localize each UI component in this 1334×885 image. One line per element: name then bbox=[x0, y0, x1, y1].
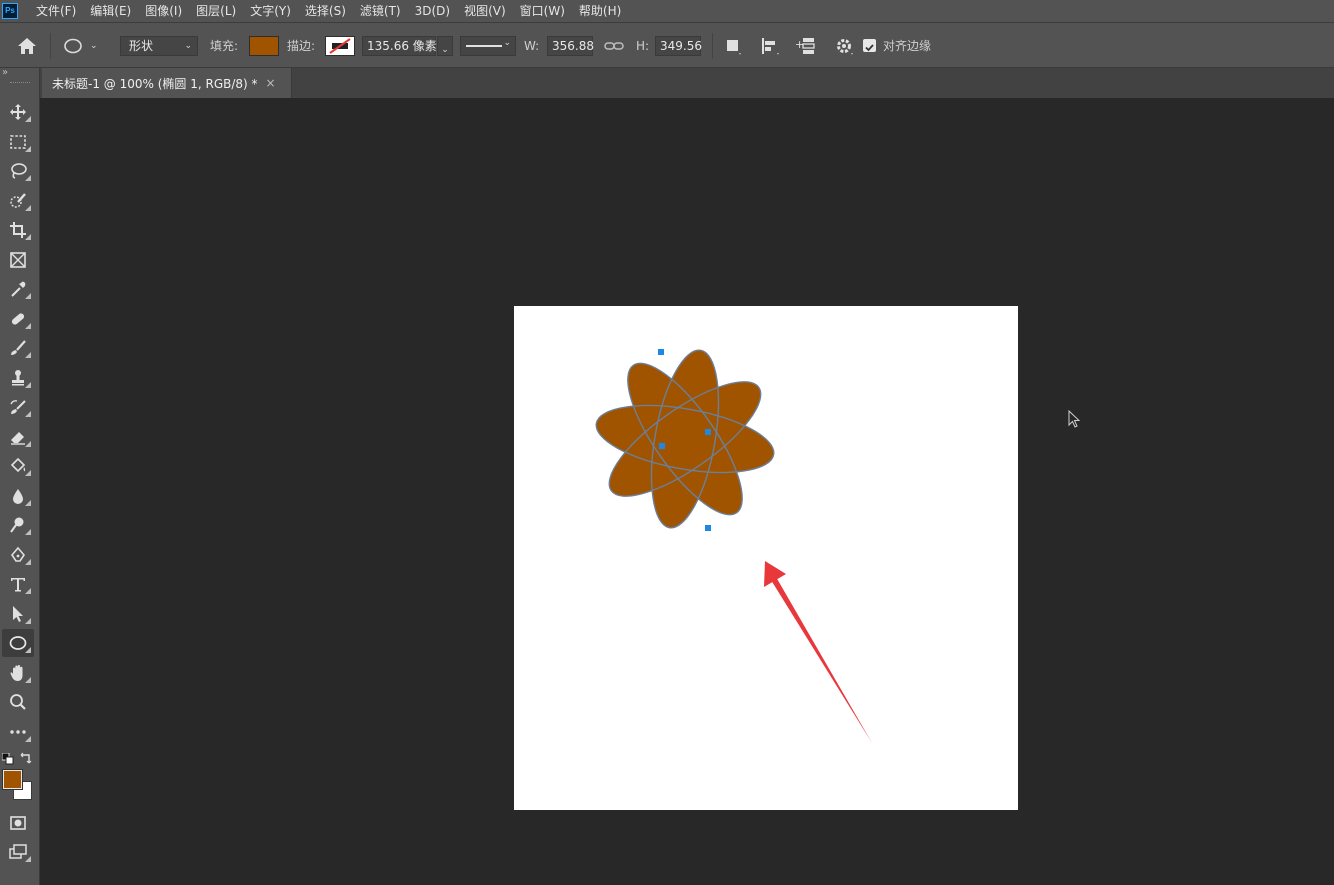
mode-select[interactable]: 形状 ⌄ bbox=[120, 36, 198, 56]
move-tool[interactable] bbox=[2, 98, 34, 126]
stroke-line-preview bbox=[466, 45, 502, 47]
workspace bbox=[40, 98, 1334, 885]
frame-tool[interactable] bbox=[2, 246, 34, 274]
mode-select-value: 形状 bbox=[129, 39, 154, 53]
mouse-cursor-icon bbox=[1068, 410, 1081, 428]
stroke-label: 描边: bbox=[287, 39, 316, 53]
align-edges-label: 对齐边缘 bbox=[883, 39, 932, 53]
stroke-color-swatch[interactable] bbox=[325, 36, 355, 56]
swap-colors-icon[interactable] bbox=[20, 749, 33, 764]
brush-tool[interactable] bbox=[2, 334, 34, 362]
options-bar: ⌄ 形状 ⌄ 填充: 描边: 135.66 像素 ⌄ ⌄ W: 356.88 H… bbox=[0, 22, 1334, 68]
flower-petals bbox=[595, 349, 775, 529]
tools-panel: » bbox=[0, 67, 40, 885]
home-icon[interactable] bbox=[16, 36, 38, 56]
menu-select[interactable]: 选择(S) bbox=[298, 0, 353, 22]
height-field[interactable]: 349.56 bbox=[655, 36, 702, 56]
foreground-color-swatch[interactable] bbox=[2, 769, 23, 790]
default-colors-icon[interactable] bbox=[1, 750, 14, 765]
panel-grip[interactable] bbox=[10, 82, 30, 84]
stamp-tool[interactable] bbox=[2, 364, 34, 392]
menu-view[interactable]: 视图(V) bbox=[457, 0, 513, 22]
document-tab[interactable]: 未标题-1 @ 100% (椭圆 1, RGB/8) * × bbox=[42, 68, 292, 98]
quick-mask-icon bbox=[10, 816, 26, 830]
menu-3d[interactable]: 3D(D) bbox=[408, 0, 457, 22]
path-anchor-point bbox=[658, 349, 664, 355]
collapse-panel-icon[interactable]: » bbox=[2, 67, 8, 78]
lasso-tool[interactable] bbox=[2, 157, 34, 185]
menu-type[interactable]: 文字(Y) bbox=[243, 0, 298, 22]
hand-tool[interactable] bbox=[2, 659, 34, 687]
eyedropper-tool[interactable] bbox=[2, 275, 34, 303]
healing-tool[interactable] bbox=[2, 305, 34, 333]
path-select-tool[interactable] bbox=[2, 600, 34, 628]
history-brush-tool[interactable] bbox=[2, 393, 34, 421]
chevron-down-icon: ⌄ bbox=[441, 45, 449, 55]
ellipse-tool[interactable] bbox=[2, 629, 34, 657]
path-anchor-point bbox=[659, 443, 665, 449]
app-logo: Ps bbox=[2, 3, 18, 19]
menu-file[interactable]: 文件(F) bbox=[32, 0, 83, 22]
pen-tool[interactable] bbox=[2, 541, 34, 569]
document-tab-title: 未标题-1 @ 100% (椭圆 1, RGB/8) * bbox=[52, 76, 258, 91]
photoshop-window: Ps 文件(F) 编辑(E) 图像(I) 图层(L) 文字(Y) 选择(S) 滤… bbox=[0, 0, 1334, 885]
quick-select-tool[interactable] bbox=[2, 187, 34, 215]
fill-label: 填充: bbox=[210, 39, 239, 53]
width-field[interactable]: 356.88 bbox=[547, 36, 594, 56]
fill-color-swatch[interactable] bbox=[249, 36, 279, 56]
menu-layer[interactable]: 图层(L) bbox=[189, 0, 243, 22]
path-alignment-icon[interactable] bbox=[758, 36, 782, 56]
ellipse-preset-icon bbox=[64, 38, 82, 54]
type-tool[interactable] bbox=[2, 570, 34, 598]
menu-bar: Ps 文件(F) 编辑(E) 图像(I) 图层(L) 文字(Y) 选择(S) 滤… bbox=[0, 0, 1334, 22]
width-label: W: bbox=[524, 39, 540, 53]
marquee-tool[interactable] bbox=[2, 128, 34, 156]
path-anchor-point bbox=[705, 525, 711, 531]
menu-filter[interactable]: 滤镜(T) bbox=[353, 0, 408, 22]
menu-image[interactable]: 图像(I) bbox=[138, 0, 189, 22]
path-operations-icon[interactable] bbox=[722, 36, 744, 56]
height-label: H: bbox=[636, 39, 650, 53]
menu-help[interactable]: 帮助(H) bbox=[572, 0, 628, 22]
blur-tool[interactable] bbox=[2, 482, 34, 510]
quick-mask-button[interactable] bbox=[2, 809, 34, 837]
path-arrangement-icon[interactable]: + bbox=[794, 35, 820, 57]
more-tools[interactable] bbox=[2, 718, 34, 746]
chevron-down-icon: ⌄ bbox=[90, 41, 98, 51]
tool-preset-picker[interactable]: ⌄ bbox=[62, 36, 106, 56]
menu-window[interactable]: 窗口(W) bbox=[513, 0, 572, 22]
close-icon[interactable]: × bbox=[266, 76, 276, 90]
stroke-width-field[interactable]: 135.66 像素 bbox=[362, 36, 437, 56]
crop-tool[interactable] bbox=[2, 216, 34, 244]
document-canvas[interactable] bbox=[514, 306, 1018, 810]
no-stroke-icon bbox=[329, 38, 351, 54]
chevron-down-icon: ⌄ bbox=[184, 41, 192, 51]
eraser-tool[interactable] bbox=[2, 423, 34, 451]
stroke-width-dropdown[interactable]: ⌄ bbox=[437, 36, 453, 56]
zoom-icon bbox=[10, 694, 26, 710]
flower-shape-layer[interactable] bbox=[514, 306, 1018, 810]
frame-icon bbox=[10, 252, 26, 268]
paint-bucket-tool[interactable] bbox=[2, 452, 34, 480]
dodge-tool[interactable] bbox=[2, 511, 34, 539]
checkmark-icon bbox=[865, 44, 874, 52]
path-anchor-point bbox=[705, 429, 711, 435]
zoom-tool[interactable] bbox=[2, 688, 34, 716]
link-icon[interactable] bbox=[603, 37, 625, 55]
gear-icon[interactable] bbox=[834, 36, 856, 56]
stroke-type-select[interactable]: ⌄ bbox=[460, 36, 516, 56]
menu-edit[interactable]: 编辑(E) bbox=[83, 0, 138, 22]
document-tab-bar: 未标题-1 @ 100% (椭圆 1, RGB/8) * × bbox=[40, 68, 1334, 98]
align-edges-checkbox[interactable] bbox=[863, 39, 876, 52]
chevron-down-icon: ⌄ bbox=[503, 38, 511, 48]
screen-mode-button[interactable] bbox=[2, 838, 34, 866]
